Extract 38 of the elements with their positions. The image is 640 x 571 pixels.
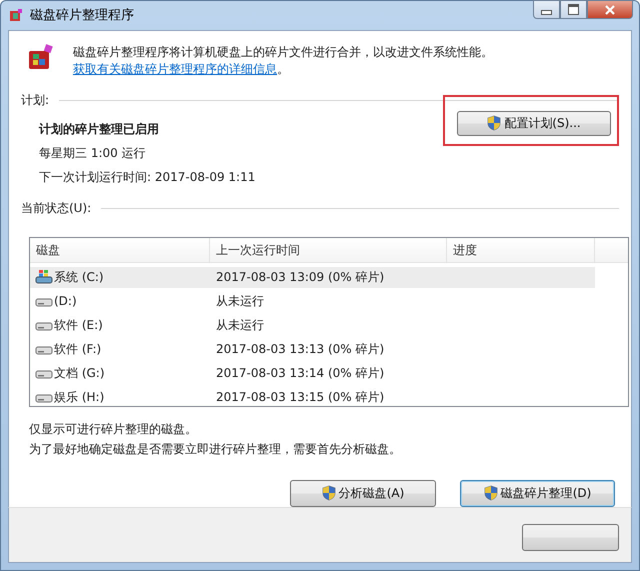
table-cell-text: 2017-08-03 13:14 (0% 碎片) (215, 364, 386, 382)
column-header[interactable]: 进度 (447, 238, 595, 262)
close-icon (605, 4, 615, 14)
disk-name[interactable]: 软件 (E:) (54, 316, 103, 334)
shield-icon (487, 115, 502, 132)
table-cell-text: 2017-08-03 13:15 (0% 碎片) (215, 388, 386, 406)
note-text: 仅显示可进行碎片整理的磁盘。 (29, 420, 198, 438)
disk-name[interactable]: 软件 (F:) (54, 340, 102, 358)
shield-icon (322, 485, 336, 502)
disk-name[interactable]: 娱乐 (H:) (54, 388, 104, 406)
system-drive-icon (35, 269, 53, 286)
column-header[interactable]: 磁盘 (30, 238, 210, 262)
window-title: 磁盘碎片整理程序 (30, 7, 134, 24)
table-cell-text: 从未运行 (215, 292, 265, 310)
schedule-frequency: 每星期三 1:00 运行 (39, 144, 147, 162)
shield-icon (484, 485, 498, 502)
configure-schedule-button[interactable]: 配置计划(S)... (457, 110, 611, 136)
action-button[interactable]: 磁盘碎片整理(D) (460, 480, 615, 507)
disk-name[interactable]: 系统 (C:) (54, 268, 104, 286)
schedule-status: 计划的碎片整理已启用 (39, 120, 160, 138)
table-cell-text: 2017-08-03 13:09 (0% 碎片) (215, 268, 386, 286)
help-link[interactable]: 获取有关磁盘碎片整理程序的详细信息 (73, 62, 277, 76)
section-heading: 计划: (21, 92, 50, 109)
close-button[interactable] (587, 0, 633, 19)
action-button[interactable]: 分析磁盘(A) (290, 480, 436, 507)
table-cell-text: 从未运行 (215, 316, 265, 334)
close-dialog-button[interactable] (522, 524, 619, 551)
disk-name[interactable]: 文档 (G:) (54, 364, 105, 382)
section-heading: 当前状态(U): (21, 200, 92, 217)
table-cell-text: 2017-08-03 13:13 (0% 碎片) (215, 340, 386, 358)
minimize-button[interactable] (533, 0, 560, 19)
note-text: 为了最好地确定磁盘是否需要立即进行碎片整理，需要首先分析磁盘。 (29, 440, 402, 458)
description-text: 磁盘碎片整理程序将计算机硬盘上的碎片文件进行合并，以改进文件系统性能。 获取有关磁盘碎片整理程序的详细信息。 (73, 44, 494, 78)
app-icon (8, 7, 24, 24)
maximize-button[interactable] (560, 0, 587, 19)
next-run-text: 下一次计划运行时间: 2017-08-09 1:11 (39, 168, 256, 186)
column-header[interactable]: 上一次运行时间 (210, 238, 447, 262)
disk-name[interactable]: (D:) (54, 294, 77, 308)
